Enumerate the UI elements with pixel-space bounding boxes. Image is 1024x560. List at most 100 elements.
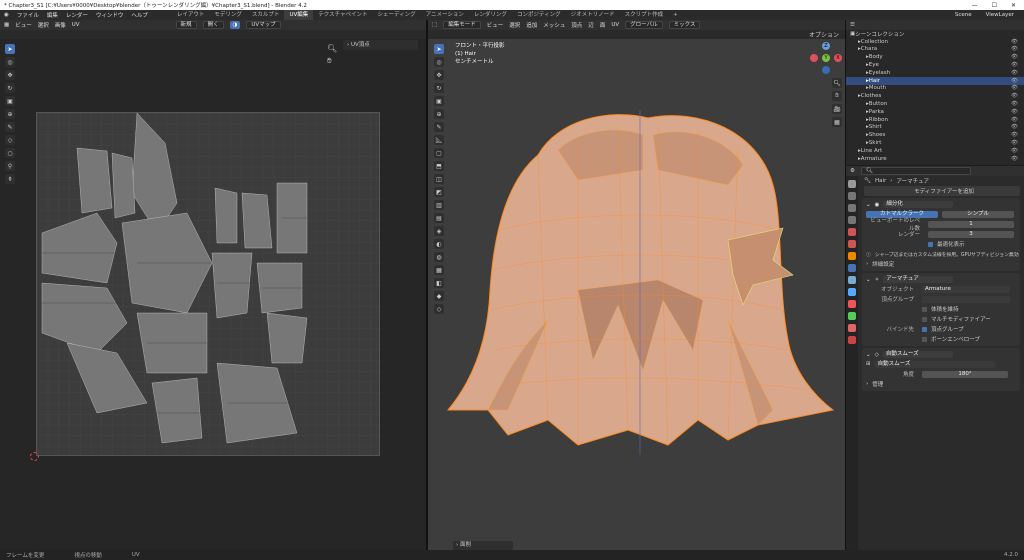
menu-window[interactable]: ウィンドウ	[92, 11, 128, 19]
uv-vertex-panel[interactable]: › UV頂点	[343, 40, 418, 50]
outliner-row[interactable]: ▸ Shirt 👁︎	[846, 124, 1024, 132]
particles-tab-icon[interactable]	[848, 276, 856, 284]
gizmo-x-axis-neg[interactable]	[810, 54, 818, 62]
visibility-eye-icon[interactable]: 👁︎	[1011, 132, 1024, 138]
multi-modifier-checkbox[interactable]	[922, 316, 927, 322]
tab-modeling[interactable]: モデリング	[209, 10, 247, 20]
autosmooth-node-field[interactable]: 自動スムーズ	[874, 360, 995, 368]
navigation-gizmo[interactable]: Z Y X	[808, 40, 844, 76]
output-tab-icon[interactable]	[848, 204, 856, 212]
tool-tab-icon[interactable]	[848, 180, 856, 188]
outliner[interactable]: ☰ ▣ シーンコレクション ▸ Collection 👁︎ ▸ Chara 👁︎ ▸ B…	[846, 20, 1024, 165]
outliner-row[interactable]: ▸ Clothes 👁︎	[846, 92, 1024, 100]
vp-menu-uv[interactable]: UV	[611, 22, 619, 28]
modifier-tab-icon[interactable]	[848, 264, 856, 272]
vp-menu-mesh[interactable]: メッシュ	[543, 21, 565, 29]
outliner-row[interactable]: ▸ Chara 👁︎	[846, 46, 1024, 54]
scene-selector[interactable]: Scene	[951, 12, 976, 18]
outliner-row[interactable]: ▸ Armature 👁︎	[846, 155, 1024, 163]
properties-search-input[interactable]: 🔍︎	[860, 167, 971, 175]
properties-type-icon[interactable]: ⚙	[850, 168, 855, 174]
outliner-row[interactable]: ▸ Mouth 👁︎	[846, 85, 1024, 93]
tab-shading[interactable]: シェーディング	[373, 10, 421, 20]
visibility-eye-icon[interactable]: 👁︎	[1011, 101, 1024, 107]
subsurf-name-field[interactable]: 細分化	[883, 201, 954, 208]
transform-orientation-selector[interactable]: グローバル	[625, 21, 663, 29]
last-operation-panel[interactable]: › 面削	[453, 541, 513, 550]
pan-hand-icon[interactable]: ✋︎	[327, 56, 332, 66]
view-layer-tab-icon[interactable]	[848, 216, 856, 224]
menu-render[interactable]: レンダー	[62, 11, 92, 19]
gizmo-y-axis[interactable]: Y	[822, 54, 830, 62]
scene-collection-row[interactable]: ▣ シーンコレクション	[846, 30, 1024, 38]
vp-menu-face[interactable]: 面	[600, 21, 606, 29]
optimal-display-checkbox[interactable]	[928, 241, 933, 247]
outliner-type-icon[interactable]: ☰	[850, 22, 855, 28]
visibility-eye-icon[interactable]: 👁︎	[1011, 117, 1024, 123]
vp-scale-tool-icon[interactable]: ▣	[434, 96, 444, 106]
physics-tab-icon[interactable]	[848, 288, 856, 296]
preserve-volume-checkbox[interactable]	[922, 306, 927, 312]
tab-geometry-nodes[interactable]: ジオメトリノード	[566, 10, 620, 20]
bind-envelope-checkbox[interactable]	[922, 336, 927, 342]
armature-name-field[interactable]: アーマチュア	[883, 276, 954, 283]
vp-cursor-tool-icon[interactable]: ◎	[434, 57, 444, 67]
viewport-levels-field[interactable]: 1	[928, 220, 1014, 228]
bind-vgroup-checkbox[interactable]	[922, 326, 927, 332]
editor-type-icon[interactable]: ▦	[4, 22, 9, 28]
scale-tool-icon[interactable]: ▣	[5, 96, 15, 106]
manage-subpanel[interactable]: › 管理	[862, 379, 1020, 389]
select-tool-icon[interactable]: ➤	[5, 44, 15, 54]
menu-file[interactable]: ファイル	[13, 11, 43, 19]
menu-help[interactable]: ヘルプ	[127, 11, 152, 19]
pivot-selector[interactable]: ミックス	[668, 21, 701, 29]
tab-texture-paint[interactable]: テクスチャペイント	[313, 10, 372, 20]
properties-editor[interactable]: ⚙ 🔍︎ 🔧︎ Hair › アーマチュア モディファイアーを追加 ⌄ ◉ 細分化…	[846, 166, 1024, 550]
data-tab-icon[interactable]	[848, 312, 856, 320]
uv-menu-view[interactable]: ビュー	[15, 21, 32, 29]
tab-rendering[interactable]: レンダリング	[469, 10, 512, 20]
outliner-row[interactable]: ▸ Collection 👁︎	[846, 38, 1024, 46]
mode-selector[interactable]: 編集モード	[443, 21, 481, 29]
move-tool-icon[interactable]: ✥	[5, 70, 15, 80]
outliner-row[interactable]: ▸ Button 👁︎	[846, 100, 1024, 108]
close-button[interactable]: ✕	[1011, 2, 1016, 9]
visibility-eye-icon[interactable]: 👁︎	[1011, 148, 1024, 154]
subsurf-header[interactable]: ⌄ ◉ 細分化	[862, 200, 1020, 209]
pinch-tool-icon[interactable]: ⚱	[5, 174, 15, 184]
vp-move-tool-icon[interactable]: ✥	[434, 70, 444, 80]
tab-compositing[interactable]: コンポジティング	[512, 10, 566, 20]
vp-menu-vertex[interactable]: 頂点	[571, 21, 582, 29]
viewport-editor-type-icon[interactable]: ⬚	[432, 22, 437, 28]
gizmo-z-axis[interactable]: Z	[822, 42, 830, 50]
rotate-tool-icon[interactable]: ↻	[5, 83, 15, 93]
visibility-eye-icon[interactable]: 👁︎	[1011, 85, 1024, 91]
maximize-button[interactable]: ☐	[992, 2, 997, 9]
autosmooth-name-field[interactable]: 自動スムーズ	[882, 351, 953, 358]
tab-layout[interactable]: レイアウト	[172, 10, 210, 20]
optimal-display-row[interactable]: 最適化表示	[862, 239, 1020, 249]
open-image-button[interactable]: 開く	[202, 21, 224, 29]
constraints-tab-icon[interactable]	[848, 300, 856, 308]
material-tab-icon[interactable]	[848, 324, 856, 332]
simple-button[interactable]: シンプル	[942, 210, 1014, 218]
cursor-tool-icon[interactable]: ◎	[5, 57, 15, 67]
viewport-options-button[interactable]: オプション	[809, 30, 839, 39]
outliner-row[interactable]: ▸ Parka 👁︎	[846, 108, 1024, 116]
preserve-volume-row[interactable]: 体積を維持	[862, 304, 1020, 314]
outliner-row[interactable]: ▸ Skirt 👁︎	[846, 139, 1024, 147]
tab-animation[interactable]: アニメーション	[421, 10, 469, 20]
render-tab-icon[interactable]	[848, 192, 856, 200]
object-tab-icon[interactable]	[848, 252, 856, 260]
vp-select-tool-icon[interactable]: ➤	[434, 44, 444, 54]
blender-logo-icon[interactable]: ◉	[0, 12, 13, 18]
visibility-eye-icon[interactable]: 👁︎	[1011, 109, 1024, 115]
relax-tool-icon[interactable]: ⚲	[5, 161, 15, 171]
multi-modifier-row[interactable]: マルチモディファイアー	[862, 314, 1020, 324]
annotate-tool-icon[interactable]: ✎	[5, 122, 15, 132]
tab-sculpt[interactable]: スカルプト	[247, 10, 285, 20]
bind-envelope-row[interactable]: ボーンエンベロープ	[862, 334, 1020, 344]
advanced-subpanel[interactable]: › 詳細設定	[862, 259, 1020, 269]
menu-edit[interactable]: 編集	[43, 11, 62, 19]
view-layer-selector[interactable]: ViewLayer	[982, 12, 1018, 18]
